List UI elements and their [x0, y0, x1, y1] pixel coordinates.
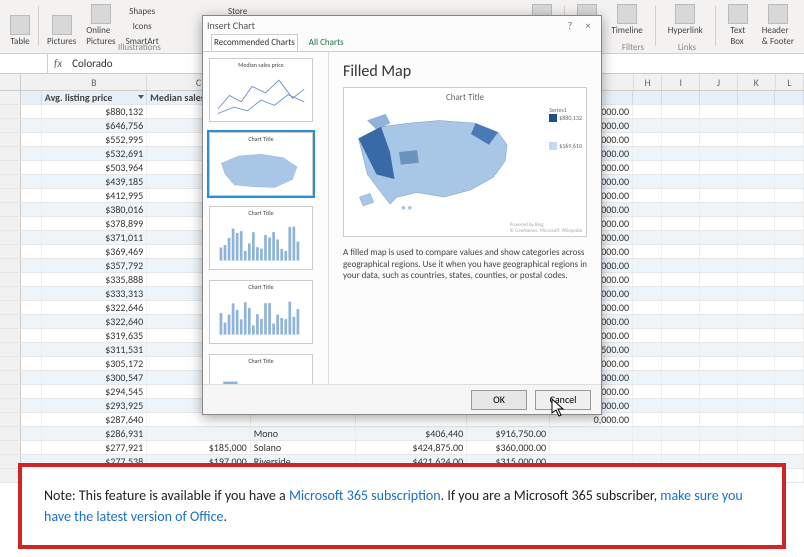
table-cell[interactable]: $371,011 — [42, 231, 147, 244]
table-cell[interactable]: $378,899 — [42, 217, 147, 230]
us-map-icon — [354, 106, 534, 216]
formula-value[interactable]: Colorado — [68, 57, 112, 70]
table-cell[interactable]: $439,185 — [42, 175, 147, 188]
ribbon-online-pictures[interactable]: Online Pictures — [84, 2, 117, 49]
chart-thumb-hist[interactable]: Chart Title — [209, 354, 313, 384]
table-cell[interactable] — [550, 441, 633, 454]
table-cell[interactable]: $360,000.00 — [467, 441, 550, 454]
table-cell[interactable]: $319,635 — [42, 329, 147, 342]
ribbon-group-illustrations: Illustrations — [118, 42, 161, 53]
table-cell[interactable]: $294,545 — [42, 385, 147, 398]
chart-thumb-map[interactable]: Chart Title — [209, 132, 313, 196]
ribbon-table[interactable]: Table — [8, 13, 32, 49]
table-cell[interactable]: $412,995 — [42, 189, 147, 202]
table-cell[interactable]: $322,640 — [42, 315, 147, 328]
table-cell[interactable]: $335,888 — [42, 273, 147, 286]
chart-description: A filled map is used to compare values a… — [343, 247, 587, 282]
cancel-button[interactable]: Cancel — [535, 390, 591, 410]
tab-recommended-charts[interactable]: Recommended Charts — [211, 34, 298, 51]
ribbon-hyperlink[interactable]: Hyperlink — [666, 2, 705, 38]
chart-legend: Series1 $880,132 $169,610 — [549, 106, 582, 150]
table-cell[interactable]: $916,750.00 — [467, 427, 550, 440]
chart-type-heading: Filled Map — [343, 62, 587, 81]
table-cell[interactable]: $322,646 — [42, 301, 147, 314]
table-cell[interactable]: Solano — [251, 441, 356, 454]
dialog-tabs: Recommended Charts All Charts — [203, 34, 601, 52]
col-L: L — [776, 74, 804, 90]
chart-thumbs-panel[interactable]: Median sales price Chart Title Chart Title… — [203, 52, 329, 384]
map-credit: Powered by Bing © GeoNames, Microsoft, W… — [510, 222, 582, 234]
chart-thumb-bars2[interactable]: Chart Title — [209, 280, 313, 344]
chart-preview[interactable]: Chart Title Series1 $880,132 $169,610 — [343, 87, 587, 237]
table-cell[interactable]: $333,313 — [42, 287, 147, 300]
table-cell[interactable]: $185,000 — [147, 441, 251, 454]
ribbon-textbox[interactable]: Text Box — [726, 2, 750, 49]
table-cell[interactable] — [550, 427, 633, 440]
ribbon-headerfooter[interactable]: Header & Footer — [760, 2, 796, 49]
insert-chart-dialog: Insert Chart ? × Recommended Charts All … — [202, 15, 602, 415]
table-cell[interactable]: $300,547 — [42, 371, 147, 384]
table-cell[interactable]: $357,792 — [42, 259, 147, 272]
dialog-help-icon[interactable]: ? — [561, 19, 579, 32]
table-cell[interactable]: $293,925 — [42, 399, 147, 412]
table-cell[interactable]: $287,640 — [42, 413, 147, 426]
chart-thumb-line[interactable]: Median sales price — [209, 58, 313, 122]
ribbon-group-links: Links — [678, 42, 696, 53]
chart-preview-panel: Filled Map Chart Title Series1 $880,132 … — [329, 52, 601, 384]
table-cell[interactable]: $305,172 — [42, 357, 147, 370]
col-B: B — [42, 74, 148, 90]
ribbon-timeline[interactable]: Timeline — [609, 2, 644, 38]
chart-preview-title: Chart Title — [344, 88, 586, 107]
table-cell[interactable]: $277,921 — [42, 441, 147, 454]
ribbon-pictures[interactable]: Pictures — [45, 13, 78, 49]
table-cell[interactable]: $369,469 — [42, 245, 147, 258]
ribbon-group-filters: Filters — [622, 42, 644, 53]
ribbon-icons[interactable]: Icons — [131, 19, 154, 34]
table-cell[interactable]: $380,016 — [42, 203, 147, 216]
tab-all-charts[interactable]: All Charts — [306, 34, 347, 51]
table-cell[interactable]: $880,132 — [42, 105, 147, 118]
table-cell[interactable]: $646,756 — [42, 119, 147, 132]
dialog-title: Insert Chart — [207, 19, 255, 32]
col-H: H — [634, 74, 662, 90]
ok-button[interactable]: OK — [471, 390, 527, 410]
table-cell[interactable]: $311,531 — [42, 343, 147, 356]
table-cell[interactable] — [147, 427, 251, 440]
table-cell[interactable]: Mono — [251, 427, 356, 440]
table-cell[interactable]: $503,964 — [42, 161, 147, 174]
table-cell[interactable]: $424,875.00 — [356, 441, 467, 454]
ribbon-shapes[interactable]: Shapes — [127, 4, 157, 19]
table-cell[interactable]: $552,995 — [42, 133, 147, 146]
fx-icon[interactable]: fx — [54, 57, 62, 70]
dialog-titlebar[interactable]: Insert Chart ? × — [203, 16, 601, 34]
table-cell[interactable]: $406,440 — [356, 427, 467, 440]
close-icon[interactable]: × — [579, 19, 597, 32]
m365-subscription-link[interactable]: Microsoft 365 subscription — [289, 487, 441, 504]
name-box[interactable] — [0, 54, 48, 73]
col-I: I — [662, 74, 700, 90]
col-J: J — [700, 74, 738, 90]
table-cell[interactable]: $286,931 — [42, 427, 147, 440]
col-K: K — [738, 74, 776, 90]
col-header-avg-listing[interactable]: Avg. listing price — [42, 91, 147, 104]
dialog-footer: OK Cancel — [203, 384, 601, 414]
table-cell[interactable]: $532,691 — [42, 147, 147, 160]
feature-note: Note: This feature is available if you h… — [18, 463, 786, 549]
chart-thumb-bars[interactable]: Chart Title — [209, 206, 313, 270]
